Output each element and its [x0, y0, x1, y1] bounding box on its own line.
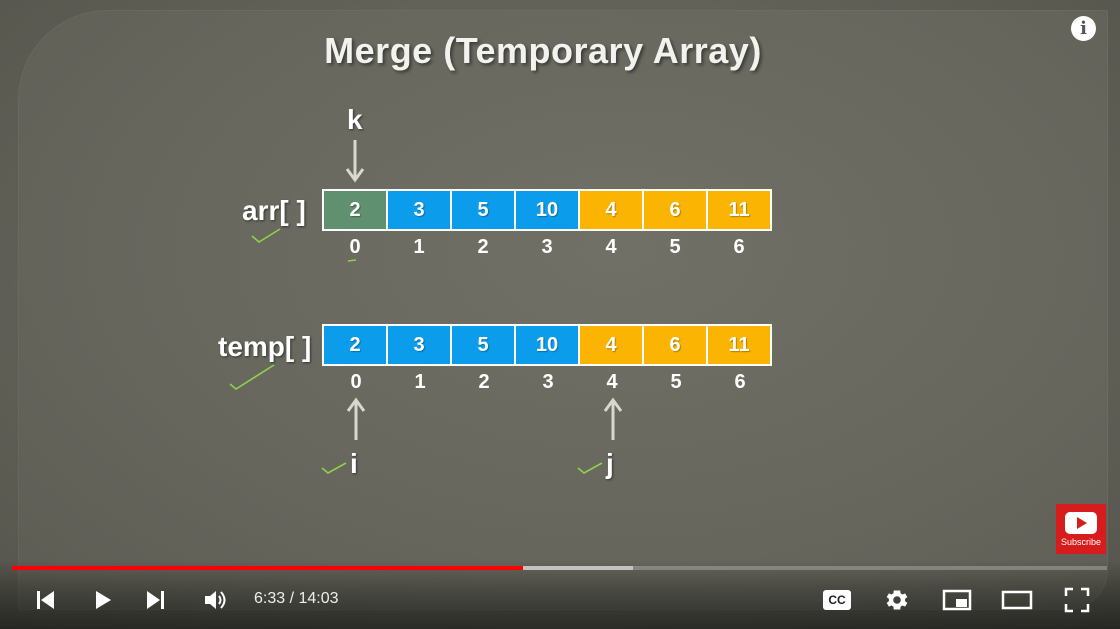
arr-index: 0 [349, 236, 361, 258]
arr-index: 5 [669, 236, 681, 258]
time-display: 6:33 / 14:03 [254, 590, 339, 608]
temp-index: 6 [734, 371, 746, 393]
video-frame[interactable]: Merge (Temporary Array) i k arr[ ] 2 3 5 10… [0, 0, 1120, 629]
arr-cell: 11 [708, 191, 770, 229]
arr-cell: 5 [452, 191, 514, 229]
arr-cell: 4 [580, 191, 642, 229]
arr-index: 1 [413, 236, 425, 258]
time-separator: / [285, 590, 299, 607]
next-icon [147, 591, 164, 609]
temp-cell: 10 [516, 326, 578, 364]
arr-array: 2 3 5 10 4 6 11 [322, 189, 772, 231]
progress-played [12, 566, 524, 570]
arr-index: 4 [605, 236, 617, 258]
temp-index: 0 [350, 371, 362, 393]
arr-cell: 2 [324, 191, 386, 229]
slide-title: Merge (Temporary Array) [324, 30, 762, 71]
temp-label: temp[ ] [218, 331, 312, 362]
temp-index: 2 [478, 371, 490, 393]
temp-cell: 3 [388, 326, 450, 364]
slide [18, 10, 1108, 610]
pointer-i-arrow [346, 397, 366, 440]
pointer-j-label: j [606, 448, 614, 479]
play-button[interactable] [84, 582, 120, 618]
pointer-j-arrow [603, 397, 623, 440]
temp-indices: 0 1 2 3 4 5 6 [324, 371, 772, 394]
settings-icon [886, 590, 908, 610]
temp-index: 4 [606, 371, 618, 393]
time-current: 6:33 [254, 590, 286, 607]
progress-bar[interactable] [12, 566, 1107, 570]
arr-label: arr[ ] [242, 195, 306, 226]
temp-cell: 6 [644, 326, 706, 364]
miniplayer-icon [942, 589, 972, 611]
arr-indices: 0 1 2 3 4 5 6 [323, 236, 771, 259]
temp-index: 3 [542, 371, 554, 393]
youtube-logo-icon [1065, 512, 1097, 534]
arr-cell: 3 [388, 191, 450, 229]
arr-index: 6 [733, 236, 745, 258]
temp-cell: 11 [708, 326, 770, 364]
captions-icon: CC [823, 590, 851, 610]
volume-icon [205, 591, 226, 609]
volume-button[interactable] [198, 582, 234, 618]
temp-cell: 2 [324, 326, 386, 364]
pointer-k-arrow [345, 140, 365, 183]
theater-mode-button[interactable] [999, 582, 1035, 618]
subscribe-button[interactable]: Subscribe [1056, 504, 1106, 554]
pointer-k-label: k [347, 104, 363, 135]
temp-cell: 5 [452, 326, 514, 364]
settings-button[interactable] [879, 582, 915, 618]
arr-index: 2 [477, 236, 489, 258]
next-button[interactable] [138, 582, 174, 618]
time-total: 14:03 [298, 590, 339, 607]
arr-cell: 10 [516, 191, 578, 229]
subscribe-label: Subscribe [1060, 537, 1102, 547]
temp-index: 1 [414, 371, 426, 393]
play-icon [96, 591, 111, 609]
previous-icon [37, 591, 54, 609]
temp-array: 2 3 5 10 4 6 11 [322, 324, 772, 366]
fullscreen-icon [1064, 587, 1090, 613]
check-mark-icon [229, 364, 275, 390]
fullscreen-button[interactable] [1059, 582, 1095, 618]
check-mark-icon [251, 228, 281, 243]
theater-mode-icon [1001, 590, 1033, 610]
captions-button[interactable]: CC [819, 582, 855, 618]
check-mark-icon [577, 462, 603, 474]
underline-mark [347, 259, 357, 262]
miniplayer-button[interactable] [939, 582, 975, 618]
arr-cell: 6 [644, 191, 706, 229]
temp-index: 5 [670, 371, 682, 393]
pointer-i-label: i [350, 448, 358, 479]
arr-index: 3 [541, 236, 553, 258]
temp-cell: 4 [580, 326, 642, 364]
previous-button[interactable] [27, 582, 63, 618]
check-mark-icon [321, 462, 347, 474]
info-icon[interactable]: i [1071, 16, 1096, 41]
